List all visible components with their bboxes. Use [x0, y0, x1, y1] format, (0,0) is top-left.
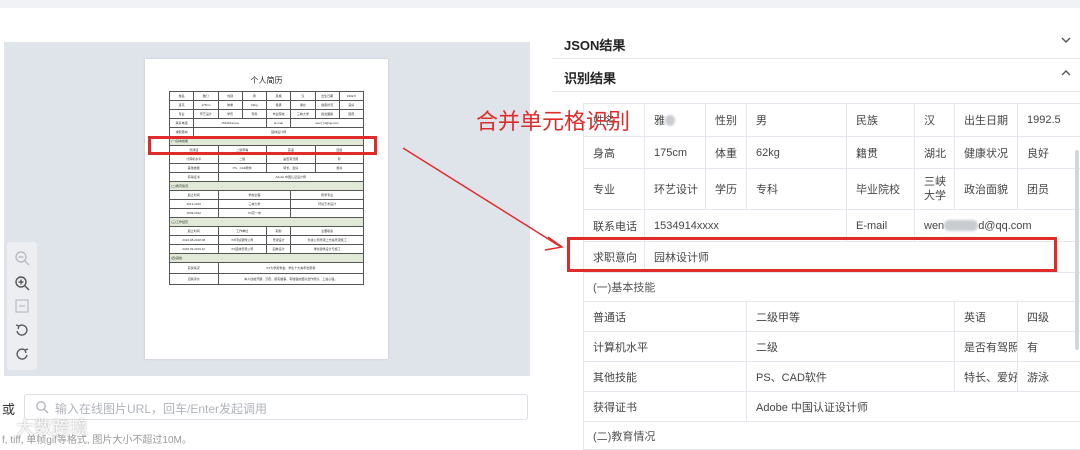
- chevron-down-icon: [1060, 34, 1072, 49]
- rotate-right-icon[interactable]: [14, 346, 30, 362]
- recognition-result-table: 姓名 雅 性别男 民族汉 出生日期1992.5 身高175cm 体重62kg 籍…: [583, 103, 1080, 450]
- fit-screen-icon[interactable]: [14, 298, 30, 314]
- json-result-title: JSON结果: [564, 35, 625, 54]
- rotate-left-icon[interactable]: [14, 322, 30, 338]
- divider: [552, 91, 1080, 92]
- or-label: 或: [2, 399, 15, 418]
- zoom-in-icon[interactable]: [14, 275, 30, 291]
- preview-toolbar: [7, 242, 37, 370]
- divider: [552, 58, 1080, 59]
- table-row: 姓名 雅 性别男 民族汉 出生日期1992.5: [584, 104, 1080, 137]
- table-row: (二)教育情况: [584, 422, 1080, 450]
- chevron-up-icon: [1060, 67, 1072, 82]
- zoom-out-icon[interactable]: [14, 250, 30, 266]
- redacted-mask: [944, 220, 978, 231]
- redacted-mask: [665, 115, 675, 126]
- json-result-header[interactable]: JSON结果: [564, 28, 1076, 58]
- recognition-result-title: 识别结果: [564, 68, 616, 87]
- highlight-box-result: [567, 237, 1057, 272]
- result-scrollbar[interactable]: [1075, 150, 1079, 350]
- image-url-input[interactable]: 输入在线图片URL，回车/Enter发起调用: [24, 394, 528, 420]
- table-row: 身高175cm 体重62kg 籍贯湖北 健康状况良好: [584, 137, 1080, 169]
- table-row: 普通话二级甲等 英语四级: [584, 302, 1080, 332]
- table-row: (一)基本技能: [584, 273, 1080, 302]
- table-row: 专业环艺设计 学历专科 毕业院校三峡大学 政治面貌团员: [584, 169, 1080, 210]
- highlight-box-preview: [148, 136, 377, 155]
- table-row: 计算机水平二级 是否有驾照有: [584, 332, 1080, 362]
- merged-cell-annotation: 合并单元格识别: [476, 104, 630, 136]
- table-row: 获得证书Adobe 中国认证设计师: [584, 392, 1080, 422]
- top-bar: [0, 0, 1080, 8]
- resume-title: 个人简历: [145, 75, 388, 86]
- table-row: 其他技能PS、CAD软件 特长、爱好游泳: [584, 362, 1080, 392]
- search-icon: [35, 400, 49, 414]
- watermark-logo: 大数跨境: [16, 414, 88, 440]
- resume-table-thumbnail: 姓名雅◯性别男民族汉出生日期1992.5 身高175cm体重62kg籍贯湖北健康…: [169, 91, 364, 285]
- recognition-result-header[interactable]: 识别结果: [564, 61, 1076, 91]
- resume-preview-image: 个人简历 姓名雅◯性别男民族汉出生日期1992.5 身高175cm体重62kg籍…: [145, 59, 388, 359]
